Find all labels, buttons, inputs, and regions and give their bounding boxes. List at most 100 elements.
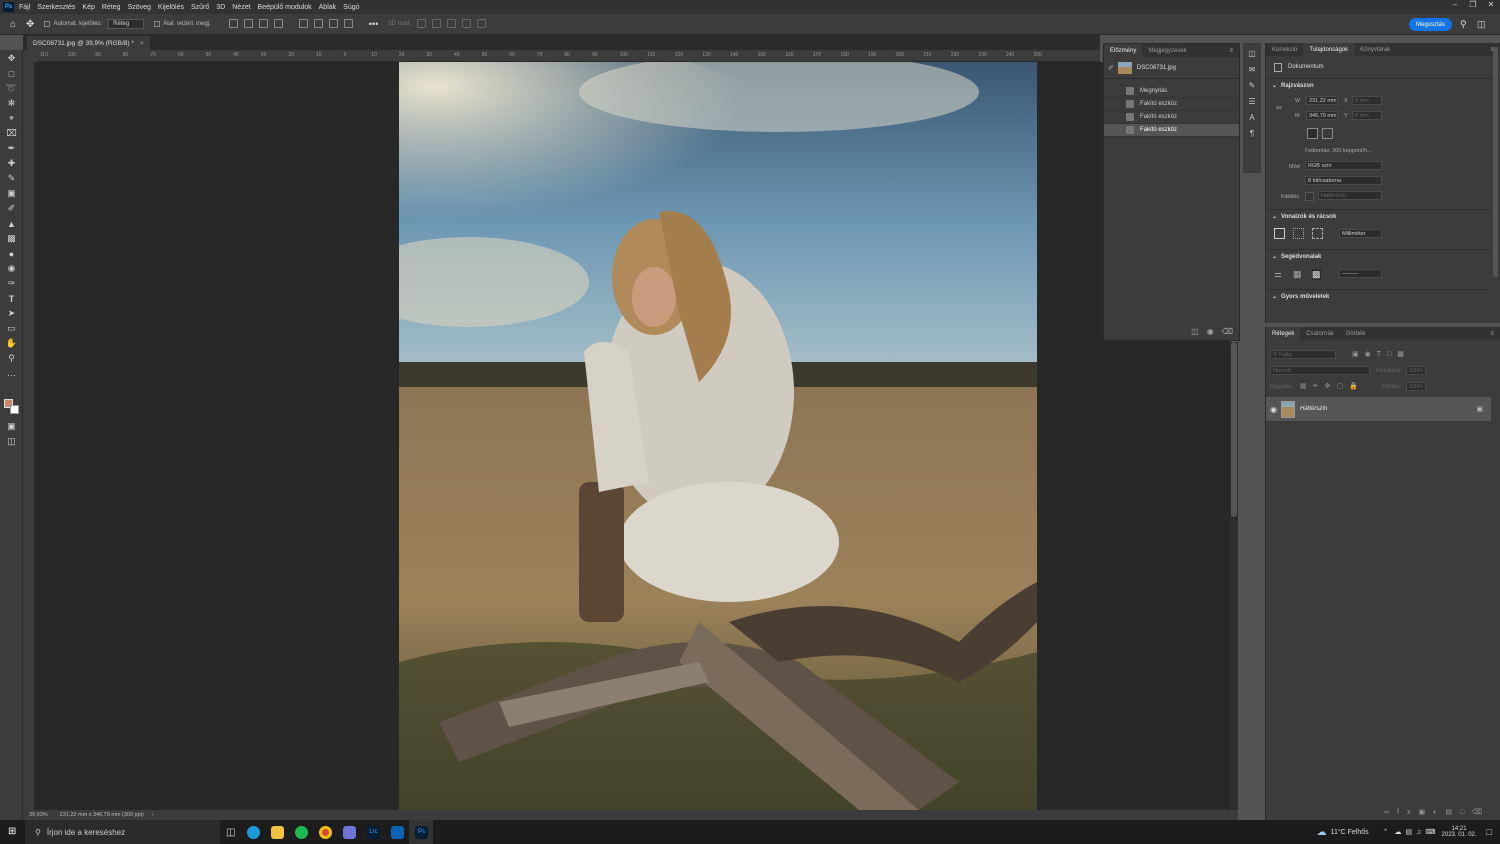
more-options-icon[interactable]: ••• [369, 19, 378, 29]
tab-properties[interactable]: Tulajdonságok [1303, 43, 1355, 56]
link-layers-icon[interactable]: ∞ [1384, 809, 1397, 816]
menu-image[interactable]: Kép [82, 4, 94, 11]
path-select-tool-icon[interactable]: ➤ [5, 308, 18, 319]
new-document-from-state-icon[interactable]: ◫ [1191, 327, 1199, 336]
hand-tool-icon[interactable]: ✋ [5, 338, 18, 349]
rectangle-tool-icon[interactable]: ▭ [5, 323, 18, 334]
vertical-ruler[interactable] [23, 62, 35, 810]
menu-3d[interactable]: 3D [216, 4, 225, 11]
quick-mask-icon[interactable]: ▣ [5, 421, 18, 432]
minimize-icon[interactable]: – [1446, 0, 1464, 14]
color-mode-dropdown[interactable]: RGB szín [1305, 161, 1382, 170]
close-tab-icon[interactable]: × [140, 40, 144, 47]
distribute-vertical-icon[interactable] [343, 18, 353, 28]
marquee-tool-icon[interactable]: □ [5, 68, 18, 79]
fill-swatch[interactable] [1305, 192, 1314, 201]
more-tools-icon[interactable]: ⋯ [5, 370, 18, 381]
y-field[interactable]: 0 mm [1352, 111, 1382, 120]
blur-tool-icon[interactable]: ● [5, 248, 18, 259]
search-icon[interactable]: ⚲ [1460, 19, 1467, 30]
ruler-toggle-icon[interactable] [1274, 228, 1285, 239]
align-middle-icon[interactable] [313, 18, 323, 28]
fx-icon[interactable]: fx [1397, 809, 1418, 816]
horizontal-ruler[interactable]: 110 100 90 80 70 60 50 40 30 20 10 0 10 20 30 40 50 60 70 8… [38, 50, 1100, 62]
eyedropper-tool-icon[interactable]: ✒ [5, 143, 18, 154]
camera-icon[interactable]: ◉ [1207, 327, 1214, 336]
document-photo[interactable] [399, 62, 1037, 810]
align-bottom-icon[interactable] [328, 18, 338, 28]
properties-scrollbar[interactable] [1493, 47, 1498, 277]
photoshop-taskbar-icon[interactable]: Ps [409, 820, 434, 844]
tab-history[interactable]: Előzmény [1104, 44, 1143, 57]
healing-brush-tool-icon[interactable]: ✚ [5, 158, 18, 169]
brush-tool-icon[interactable]: ✎ [5, 173, 18, 184]
lock-icon[interactable]: ▣ [1476, 405, 1483, 413]
tab-libraries[interactable]: Könyvtárak [1354, 43, 1396, 56]
height-field[interactable]: 346,79 mm [1306, 111, 1338, 120]
trash-icon[interactable]: ⌫ [1222, 327, 1233, 336]
outlook-icon[interactable] [385, 820, 409, 844]
align-left-icon[interactable] [228, 18, 238, 28]
menu-layer[interactable]: Réteg [102, 4, 121, 11]
guide-toggle-icon[interactable]: ⚌ [1274, 269, 1282, 280]
new-layer-icon[interactable]: □ [1460, 809, 1472, 816]
layer-filter-icons[interactable]: ▣◉T□▩ [1352, 350, 1410, 358]
taskbar-search[interactable]: ⚲ Írjon ide a kereséshez [25, 820, 220, 844]
task-view-icon[interactable]: ◫ [226, 827, 235, 838]
network-icon[interactable]: ▤ [1406, 828, 1413, 836]
save-app-icon[interactable] [337, 820, 361, 844]
menu-plugins[interactable]: Beépülő modulok [258, 4, 312, 11]
history-step[interactable]: Megnyitás [1104, 85, 1239, 98]
history-step[interactable]: Fakító eszköz [1104, 111, 1239, 124]
3d-rotate-icon[interactable] [416, 18, 426, 28]
tray-chevron-icon[interactable]: ⌃ [1383, 828, 1389, 836]
portrait-orientation-icon[interactable] [1307, 128, 1318, 139]
keyboard-icon[interactable]: ⌨ [1425, 828, 1435, 836]
screen-mode-icon[interactable]: ◫ [5, 436, 18, 447]
history-panel-icon[interactable]: ◫ [1247, 49, 1257, 58]
move-tool-icon[interactable]: ✥ [26, 19, 34, 30]
menu-file[interactable]: Fájl [19, 4, 30, 11]
weather-text[interactable]: 11°C Felhős [1331, 829, 1369, 836]
workspace-icon[interactable]: ◫ [1477, 19, 1486, 30]
weather-cloud-icon[interactable]: ☁ [1317, 827, 1327, 838]
status-arrow-icon[interactable]: › [152, 812, 154, 818]
align-center-icon[interactable] [243, 18, 253, 28]
background-color-swatch[interactable] [10, 405, 19, 414]
3d-roll-icon[interactable] [431, 18, 441, 28]
clock[interactable]: 14:21 2023. 01. 02. [1442, 826, 1477, 838]
3d-camera-icon[interactable] [476, 18, 486, 28]
guide-color-icon[interactable]: ▩ [1312, 269, 1321, 280]
spotify-icon[interactable] [289, 820, 313, 844]
adjustments-panel-icon[interactable]: ☰ [1247, 97, 1257, 106]
tab-adjustments[interactable]: Korrekció [1266, 43, 1303, 56]
lock-icons[interactable]: ▦✒✥▢🔒 [1300, 382, 1364, 390]
quick-select-tool-icon[interactable]: ✻ [5, 98, 18, 109]
eraser-tool-icon[interactable]: ▲ [5, 218, 18, 229]
fill-dropdown[interactable]: Háttérszín [1318, 191, 1382, 200]
menu-help[interactable]: Súgó [343, 4, 359, 11]
chrome-icon[interactable] [313, 820, 337, 844]
transform-controls-checkbox[interactable]: Átal. vezérl. megj. [154, 21, 211, 27]
layer-row[interactable]: ◉ Háttérszín ▣ [1266, 397, 1491, 421]
pixel-grid-icon[interactable] [1312, 228, 1323, 239]
group-icon[interactable]: ▤ [1445, 809, 1460, 816]
align-right-icon[interactable] [258, 18, 268, 28]
menu-window[interactable]: Ablak [319, 4, 337, 11]
scroll-thumb[interactable] [1231, 342, 1237, 517]
history-snapshot[interactable]: ✐ DSC08731.jpg [1104, 57, 1239, 79]
rulers-grids-section-header[interactable]: ⌄ Vonalzók és rácsok [1266, 209, 1491, 223]
width-field[interactable]: 231,22 mm [1306, 96, 1338, 105]
tab-layers[interactable]: Rétegek [1266, 327, 1301, 340]
zoom-level[interactable]: 39,93% [29, 812, 48, 818]
dodge-tool-icon[interactable]: ◉ [5, 263, 18, 274]
align-top-icon[interactable] [298, 18, 308, 28]
canvas-vertical-scrollbar[interactable] [1230, 342, 1238, 810]
guides-section-header[interactable]: ⌄ Segédvonalak [1266, 249, 1491, 263]
blend-mode-dropdown[interactable]: Normál [1270, 366, 1370, 375]
canvas-section-header[interactable]: ⌄ Rajzvászon [1266, 78, 1500, 92]
panel-menu-icon[interactable]: ≡ [1229, 48, 1233, 54]
restore-icon[interactable]: ❐ [1464, 0, 1482, 14]
character-panel-icon[interactable]: A [1247, 113, 1257, 122]
comments-panel-icon[interactable]: ✉ [1247, 65, 1257, 74]
